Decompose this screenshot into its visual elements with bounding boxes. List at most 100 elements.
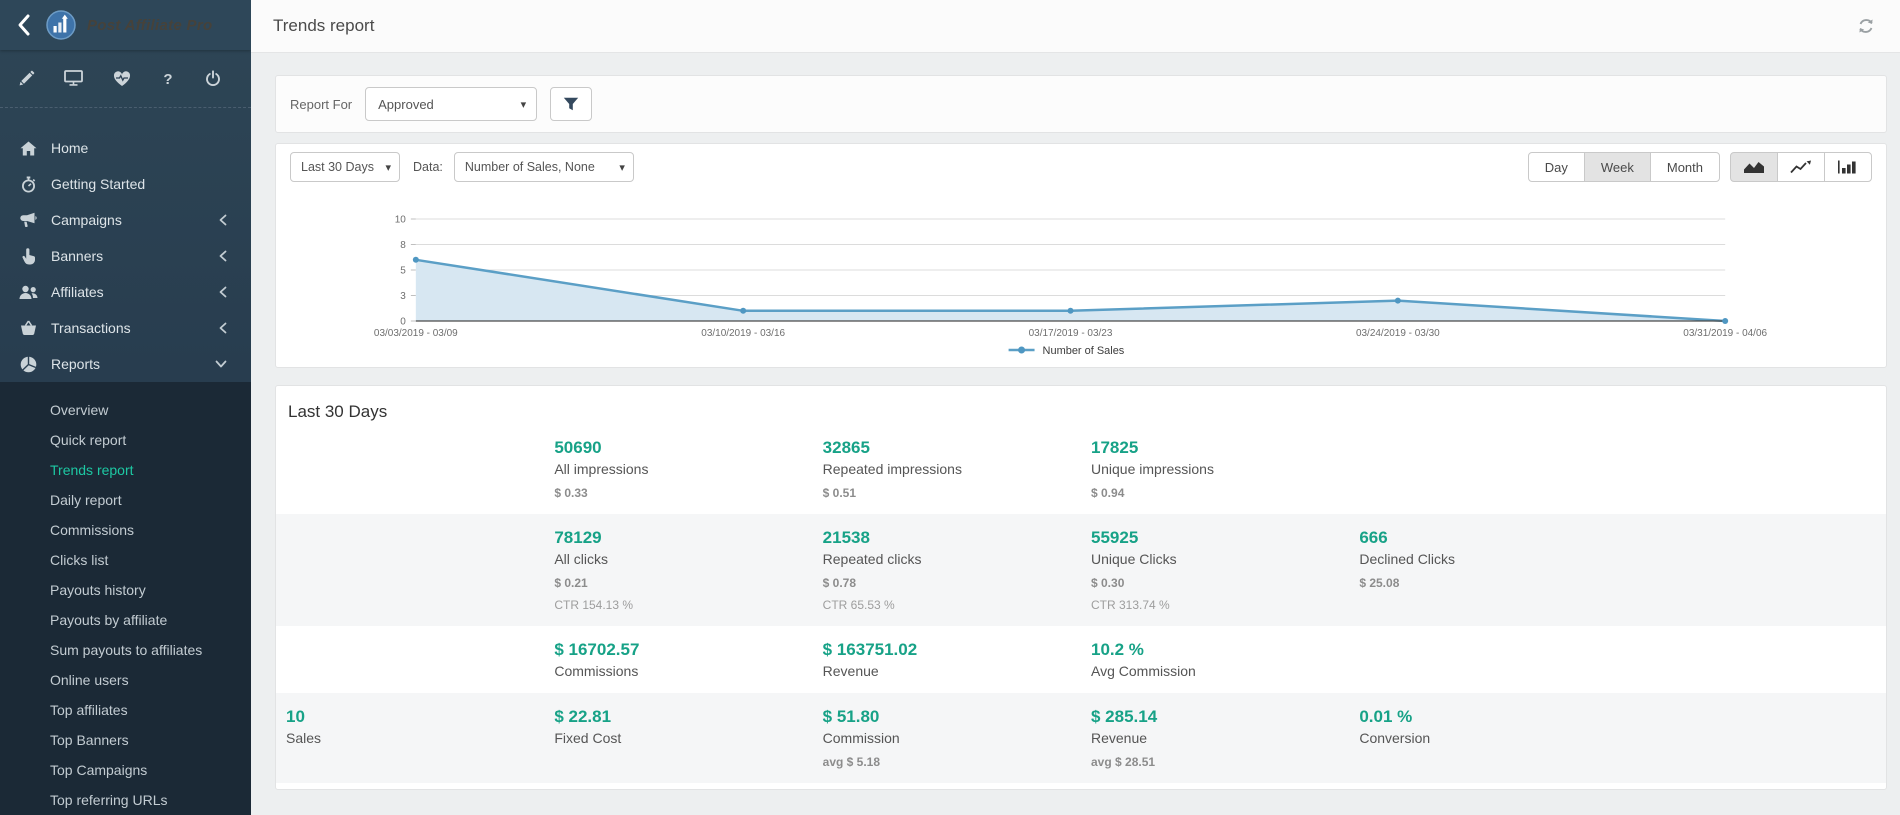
chart-legend: Number of Sales: [1009, 345, 1125, 357]
y-tick-label: 5: [400, 265, 406, 276]
metric-sub-value: avg $ 28.51: [1091, 755, 1349, 769]
sidebar-item-transactions[interactable]: Transactions: [0, 310, 251, 346]
heartbeat-icon[interactable]: [113, 71, 131, 87]
metric-sub-value: $ 0.51: [823, 486, 1081, 500]
chart-controls-right: DayWeekMonth: [1528, 152, 1872, 182]
submenu-item-payouts-by-affiliate[interactable]: Payouts by affiliate: [0, 605, 251, 635]
submenu-item-quick-report[interactable]: Quick report: [0, 425, 251, 455]
help-icon[interactable]: ?: [160, 71, 176, 87]
period-button-group: DayWeekMonth: [1528, 152, 1720, 182]
power-icon[interactable]: [205, 70, 221, 87]
metric-unique-clicks: 55925Unique Clicks$ 0.30CTR 313.74 %: [1081, 528, 1349, 612]
metric-label: Fixed Cost: [554, 730, 812, 746]
line-chart-button[interactable]: [1777, 152, 1825, 182]
metric-label: Commission: [823, 730, 1081, 746]
metric-avg-commission: 10.2 % Avg Commission: [1081, 640, 1349, 679]
metric-sub-value: $ 0.30: [1091, 576, 1349, 590]
sidebar-item-label: Home: [51, 140, 88, 156]
metric-label: Revenue: [1091, 730, 1349, 746]
sidebar-nav: Home Getting StartedCampaignsBannersAffil…: [0, 114, 251, 382]
sidebar-item-affiliates[interactable]: Affiliates: [0, 274, 251, 310]
metric-value: 10.2 %: [1091, 640, 1349, 660]
filter-button[interactable]: [550, 87, 592, 121]
x-tick-label: 03/24/2019 - 03/30: [1356, 328, 1440, 339]
metric-fixed-cost: $ 22.81Fixed Cost: [544, 707, 812, 769]
sidebar-item-reports[interactable]: Reports: [0, 346, 251, 382]
trends-chart: 10853003/03/2019 - 03/0903/10/2019 - 03/…: [290, 184, 1872, 362]
metric-label: Unique impressions: [1091, 461, 1349, 477]
content: Report For Approved ▾ Last 30 Days ▾ Dat…: [251, 53, 1900, 815]
period-button-week[interactable]: Week: [1584, 152, 1651, 182]
svg-text:?: ?: [163, 71, 172, 87]
sidebar-item-getting-started[interactable]: Getting Started: [0, 166, 251, 202]
metric-label: Unique Clicks: [1091, 551, 1349, 567]
chart-controls: Last 30 Days ▾ Data: Number of Sales, No…: [290, 152, 1872, 182]
stats-panel: Last 30 Days 50690All impressions$ 0.333…: [275, 385, 1887, 790]
monitor-icon[interactable]: [64, 70, 83, 87]
report-for-label: Report For: [290, 97, 352, 112]
refresh-icon[interactable]: [1858, 18, 1874, 34]
data-label: Data:: [413, 160, 443, 174]
period-button-month[interactable]: Month: [1650, 152, 1720, 182]
sidebar-item-campaigns[interactable]: Campaigns: [0, 202, 251, 238]
submenu-item-top-affiliates[interactable]: Top affiliates: [0, 695, 251, 725]
chevron-left-icon: [219, 214, 227, 226]
metric-conversion: 0.01 %Conversion: [1349, 707, 1617, 769]
metric-value: 78129: [554, 528, 812, 548]
metric-ctr: CTR 65.53 %: [823, 598, 1081, 612]
metric-label: Declined Clicks: [1359, 551, 1617, 567]
report-for-value: Approved: [378, 97, 434, 112]
bar-chart-icon: [1837, 160, 1859, 174]
legend-label: Number of Sales: [1043, 345, 1125, 357]
metric-declined-clicks: 666Declined Clicks$ 25.08: [1349, 528, 1617, 612]
metric-label: Commissions: [554, 663, 812, 679]
submenu-item-top-banners[interactable]: Top Banners: [0, 725, 251, 755]
metric-ctr: CTR 154.13 %: [554, 598, 812, 612]
submenu-item-payouts-history[interactable]: Payouts history: [0, 575, 251, 605]
report-for-select[interactable]: Approved ▾: [365, 87, 537, 121]
y-tick-label: 3: [400, 291, 406, 302]
metric-all-clicks: 78129All clicks$ 0.21CTR 154.13 %: [544, 528, 812, 612]
metric-label: Avg Commission: [1091, 663, 1349, 679]
date-range-select[interactable]: Last 30 Days ▾: [290, 152, 400, 182]
metric-ctr: CTR 313.74 %: [1091, 598, 1349, 612]
sidebar-header: Post Affiliate Pro: [0, 0, 251, 50]
metric-value: 0.01 %: [1359, 707, 1617, 727]
period-button-day[interactable]: Day: [1528, 152, 1585, 182]
submenu-item-top-campaigns[interactable]: Top Campaigns: [0, 755, 251, 785]
stats-row: $ 16702.57Commissions$ 163751.02Revenue1…: [276, 626, 1886, 693]
metric-label: Repeated clicks: [823, 551, 1081, 567]
submenu-item-top-referring-urls[interactable]: Top referring URLs: [0, 785, 251, 815]
data-point: [413, 257, 419, 263]
back-chevron-icon[interactable]: [12, 11, 35, 39]
metric-label: Sales: [286, 730, 544, 746]
metric-value: 666: [1359, 528, 1617, 548]
y-tick-label: 0: [400, 316, 406, 327]
chevron-left-icon: [219, 286, 227, 298]
submenu-item-clicks-list[interactable]: Clicks list: [0, 545, 251, 575]
metric-value: 17825: [1091, 438, 1349, 458]
submenu-item-daily-report[interactable]: Daily report: [0, 485, 251, 515]
metric-label: All clicks: [554, 551, 812, 567]
metric-commissions: $ 16702.57Commissions: [544, 640, 812, 679]
caret-down-icon: ▾: [611, 161, 625, 174]
submenu-item-online-users[interactable]: Online users: [0, 665, 251, 695]
x-tick-label: 03/03/2019 - 03/09: [374, 328, 458, 339]
bar-chart-button[interactable]: [1824, 152, 1872, 182]
stats-row: 50690All impressions$ 0.3332865Repeated …: [276, 424, 1886, 514]
submenu-item-overview[interactable]: Overview: [0, 395, 251, 425]
submenu-item-sum-payouts-to-affiliates[interactable]: Sum payouts to affiliates: [0, 635, 251, 665]
area-chart-button[interactable]: [1730, 152, 1778, 182]
metric-label: Revenue: [823, 663, 1081, 679]
metric-value: 32865: [823, 438, 1081, 458]
sidebar-item-home[interactable]: Home: [0, 130, 251, 166]
data-point: [740, 308, 746, 314]
data-series-select[interactable]: Number of Sales, None ▾: [454, 152, 634, 182]
metric-repeated-clicks: 21538Repeated clicks$ 0.78CTR 65.53 %: [813, 528, 1081, 612]
submenu-item-trends-report[interactable]: Trends report: [0, 455, 251, 485]
pencil-icon[interactable]: [18, 70, 35, 87]
y-tick-label: 10: [395, 214, 407, 225]
metric-value: 21538: [823, 528, 1081, 548]
submenu-item-commissions[interactable]: Commissions: [0, 515, 251, 545]
sidebar-item-banners[interactable]: Banners: [0, 238, 251, 274]
